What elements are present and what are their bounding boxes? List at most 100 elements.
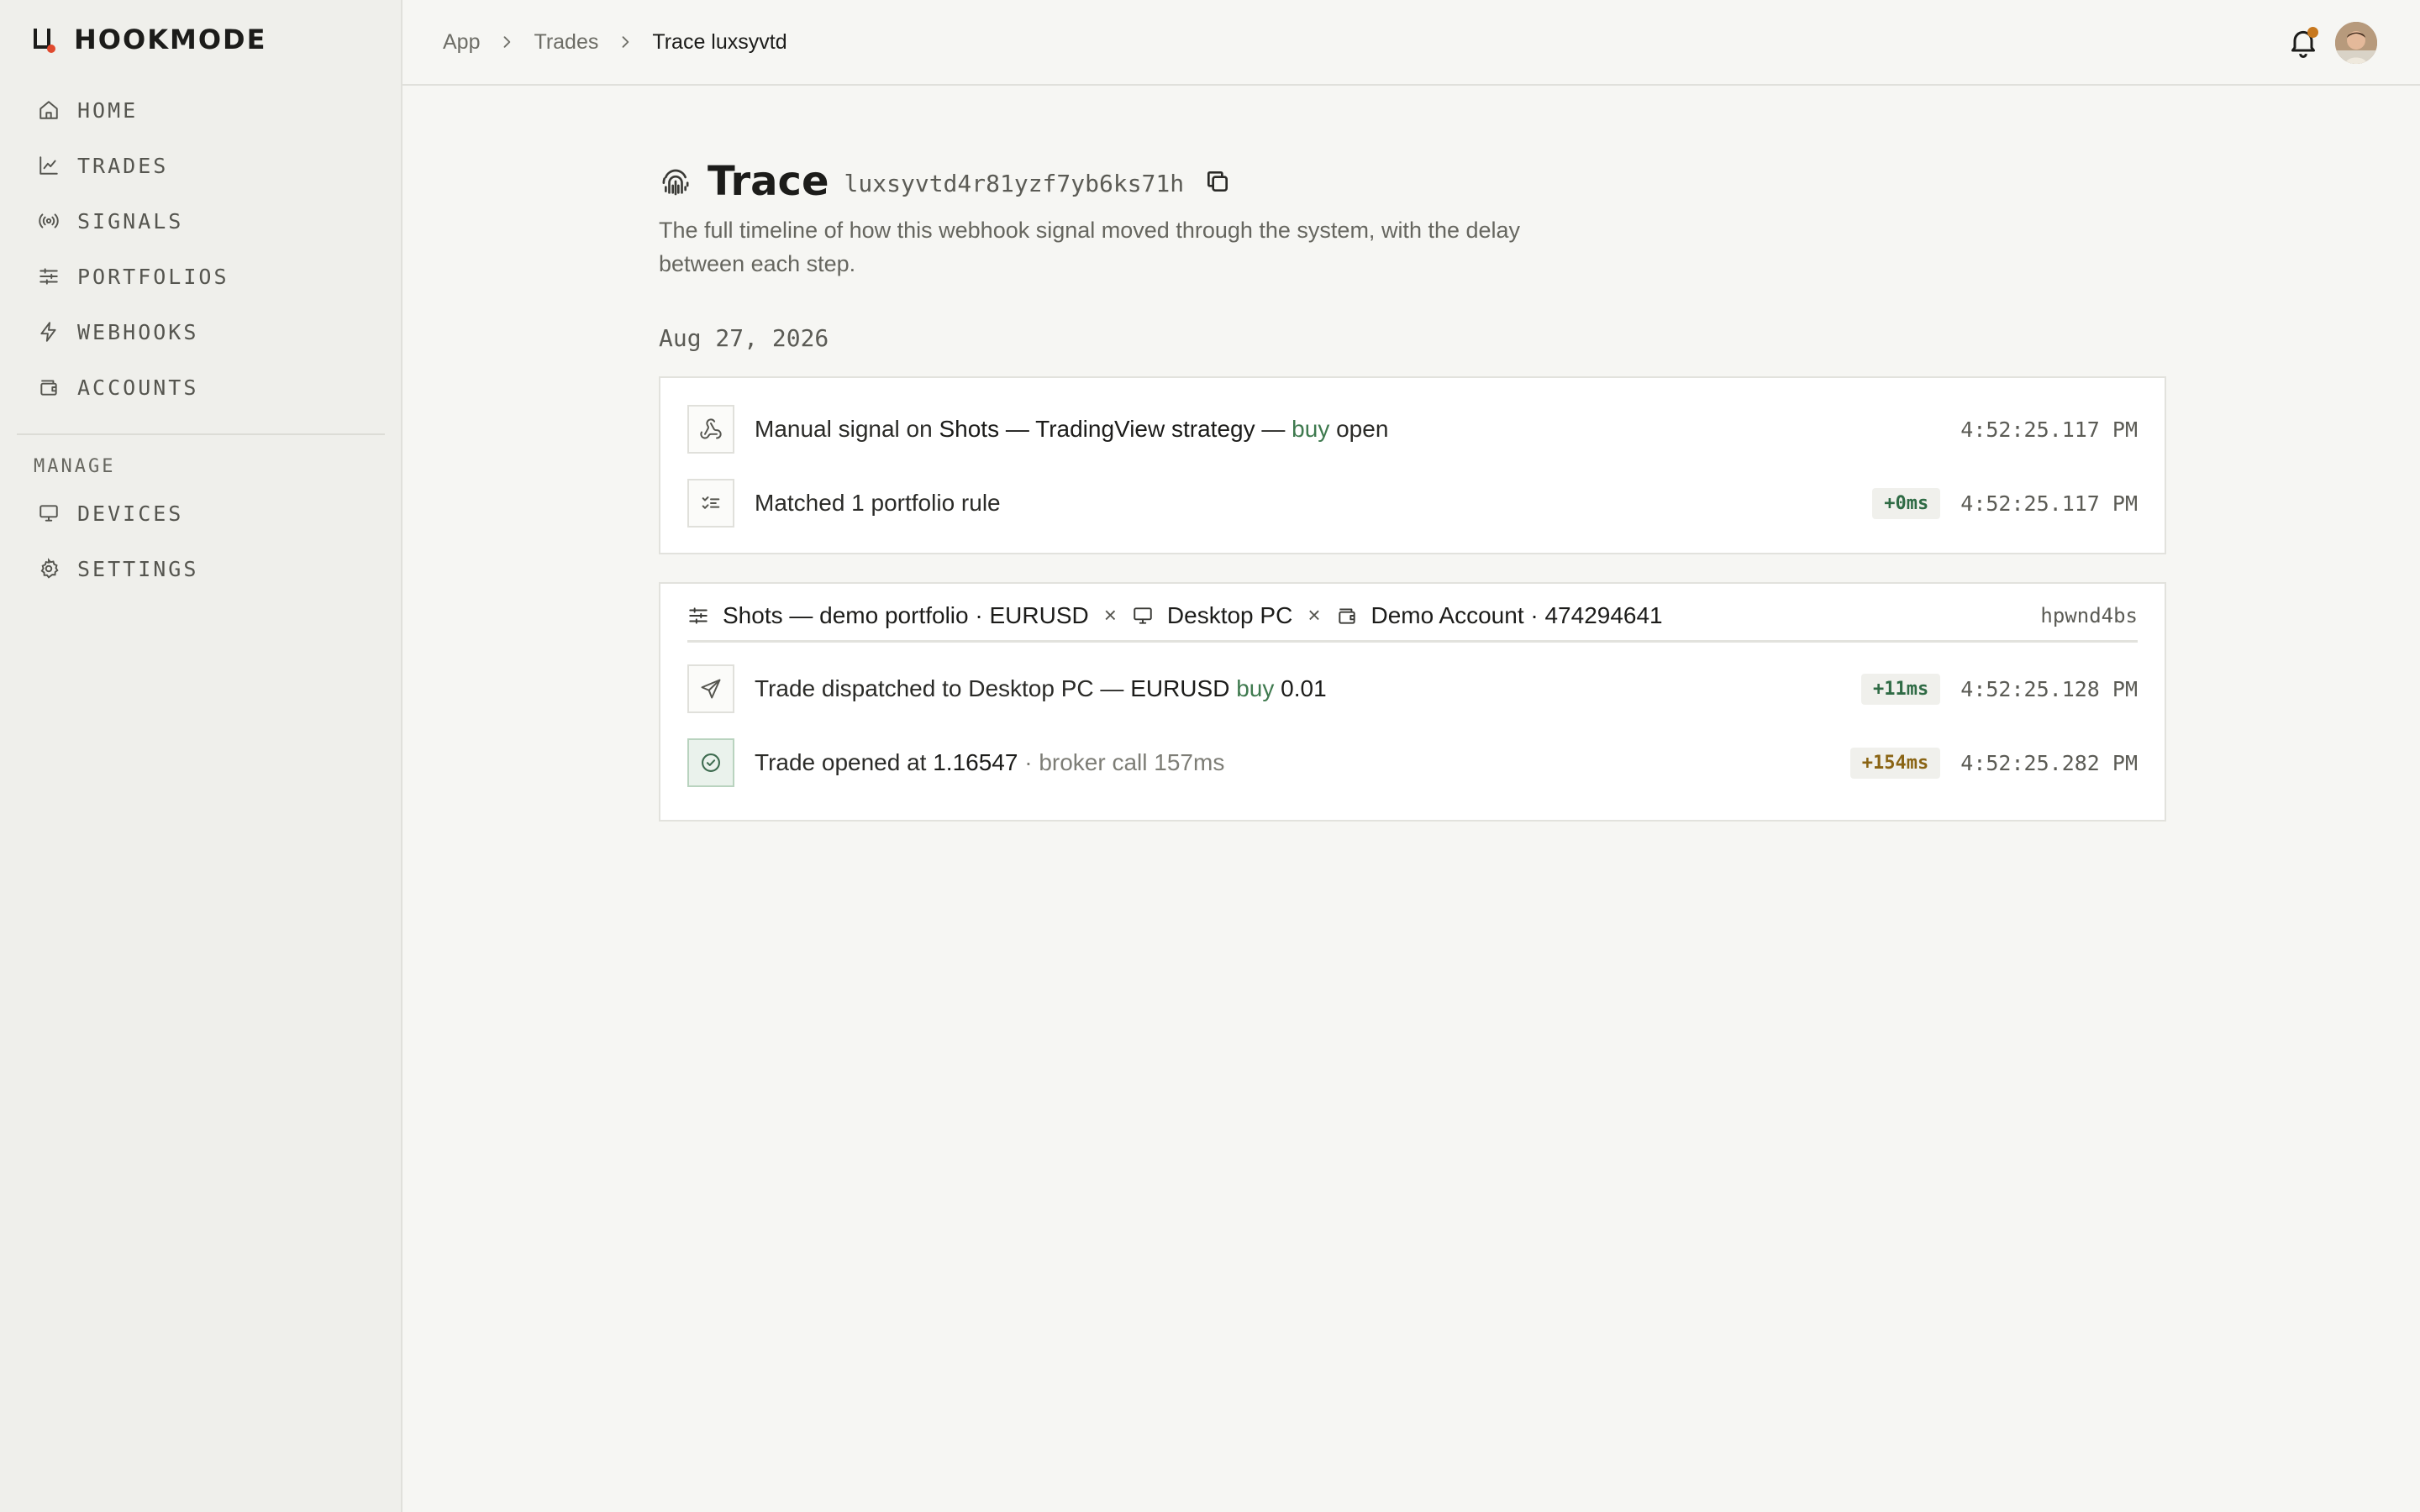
separator: × — [1103, 602, 1117, 627]
notification-dot — [2307, 27, 2318, 38]
notifications-button[interactable] — [2286, 25, 2320, 59]
broadcast-icon — [37, 209, 60, 233]
strategy-name[interactable]: Shots — TradingView strategy — [939, 416, 1255, 442]
trade-quantity: 0.01 — [1281, 675, 1327, 701]
top-header: App Trades Trace luxsyvtd — [402, 0, 2420, 86]
section-label-manage: MANAGE — [34, 456, 116, 477]
signal-action: open — [1329, 416, 1389, 442]
trade-symbol: EURUSD — [1130, 675, 1230, 701]
breadcrumb-trades[interactable]: Trades — [534, 30, 598, 55]
matched-count: 1 — [851, 490, 865, 516]
sliders-icon — [37, 265, 60, 288]
execution-card: Shots — demo portfolio · EURUSD × Deskto… — [659, 582, 2166, 822]
matched-suffix: portfolio rule — [864, 490, 1001, 516]
wallet-icon — [37, 375, 60, 399]
account-name: Demo Account · 474294641 — [1370, 601, 1663, 628]
sidebar-item-signals[interactable]: SIGNALS — [17, 193, 383, 249]
lightning-icon — [37, 320, 60, 344]
signal-card: Manual signal on Shots — TradingView str… — [659, 376, 2166, 554]
signal-text: Manual signal on Shots — TradingView str… — [755, 416, 1388, 443]
device-link[interactable]: Desktop PC — [1132, 602, 1292, 629]
row-meta: +11ms 4:52:25.128 PM — [1861, 673, 2138, 705]
brand-name: HOOKMODE — [74, 24, 267, 55]
checklist-icon — [687, 479, 734, 528]
chevron-right-icon — [498, 34, 515, 50]
title-row: Trace luxsyvtd4r81yzf7yb6ks71h — [659, 158, 1233, 205]
chevron-right-icon — [617, 34, 634, 50]
portfolio-link[interactable]: Shots — demo portfolio · EURUSD — [687, 602, 1089, 629]
breadcrumb-app[interactable]: App — [443, 30, 480, 55]
sidebar-item-label: WEBHOOKS — [77, 319, 199, 344]
event-time: 4:52:25.128 PM — [1960, 676, 2138, 701]
sidebar-item-label: DEVICES — [77, 501, 184, 526]
execution-group-header: Shots — demo portfolio · EURUSD × Deskto… — [687, 601, 2138, 643]
page-description: The full timeline of how this webhook si… — [659, 218, 1521, 276]
main-nav: HOME TRADES SIGNALS PORTFOLIOS WEBHOOKS — [17, 82, 383, 415]
fingerprint-icon — [659, 165, 692, 198]
sidebar-item-settings[interactable]: SETTINGS — [17, 541, 383, 596]
event-time: 4:52:25.117 PM — [1960, 491, 2138, 516]
delay-badge: +154ms — [1849, 747, 1941, 779]
dispatched-prefix: Trade dispatched to Desktop PC — — [755, 675, 1131, 701]
timeline-row-opened: Trade opened at 1.16547 · broker call 15… — [687, 738, 2138, 787]
home-icon — [37, 98, 60, 122]
dispatched-text: Trade dispatched to Desktop PC — EURUSD … — [755, 675, 1327, 702]
execution-id: hpwnd4bs — [2040, 603, 2138, 627]
check-circle-icon — [687, 738, 734, 787]
signal-prefix: Manual signal on — [755, 416, 939, 442]
sidebar-item-trades[interactable]: TRADES — [17, 138, 383, 193]
broker-call-duration: · broker call 157ms — [1018, 749, 1225, 775]
event-time: 4:52:25.117 PM — [1960, 417, 2138, 442]
signal-side: buy — [1292, 416, 1330, 442]
sidebar-item-label: TRADES — [77, 153, 169, 178]
sidebar-item-webhooks[interactable]: WEBHOOKS — [17, 304, 383, 360]
hookmode-logo-icon — [32, 27, 55, 53]
timeline-row-signal: Manual signal on Shots — TradingView str… — [687, 405, 2138, 454]
opened-text: Trade opened at 1.16547 · broker call 15… — [755, 749, 1224, 776]
sidebar-item-label: SETTINGS — [77, 556, 199, 581]
timeline-date: Aug 27, 2026 — [659, 324, 829, 352]
portfolio-name: Shots — demo portfolio · EURUSD — [723, 601, 1089, 628]
opened-prefix: Trade opened at — [755, 749, 934, 775]
timeline-row-dispatched: Trade dispatched to Desktop PC — EURUSD … — [687, 664, 2138, 713]
delay-badge: +0ms — [1872, 487, 1941, 519]
sidebar-item-label: PORTFOLIOS — [77, 264, 229, 289]
monitor-icon — [37, 501, 60, 525]
sidebar: HOOKMODE HOME TRADES SIGNALS PORTFOLIOS — [0, 0, 402, 1512]
line-chart-icon — [37, 154, 60, 177]
delay-badge: +11ms — [1861, 673, 1941, 705]
matched-prefix: Matched — [755, 490, 852, 516]
sidebar-item-accounts[interactable]: ACCOUNTS — [17, 360, 383, 415]
wallet-icon — [1336, 604, 1360, 627]
send-icon — [687, 664, 734, 713]
breadcrumb-current: Trace luxsyvtd — [652, 29, 787, 54]
sidebar-divider — [17, 433, 385, 435]
manage-nav: DEVICES SETTINGS — [17, 486, 383, 596]
user-avatar[interactable] — [2335, 22, 2377, 64]
sidebar-item-home[interactable]: HOME — [17, 82, 383, 138]
sidebar-item-label: HOME — [77, 97, 139, 123]
sidebar-item-portfolios[interactable]: PORTFOLIOS — [17, 249, 383, 304]
separator: × — [1307, 602, 1321, 627]
account-link[interactable]: Demo Account · 474294641 — [1336, 602, 1663, 629]
webhook-icon — [687, 405, 734, 454]
copy-trace-id-button[interactable] — [1202, 166, 1233, 197]
monitor-icon — [1132, 604, 1155, 627]
event-time: 4:52:25.282 PM — [1960, 750, 2138, 775]
row-meta: +154ms 4:52:25.282 PM — [1849, 747, 2138, 779]
timeline-row-matched: Matched 1 portfolio rule +0ms 4:52:25.11… — [687, 479, 2138, 528]
row-meta: +0ms 4:52:25.117 PM — [1872, 487, 2138, 519]
sidebar-item-label: SIGNALS — [77, 208, 184, 234]
sliders-icon — [687, 604, 711, 627]
sidebar-item-devices[interactable]: DEVICES — [17, 486, 383, 541]
copy-icon — [1207, 171, 1228, 192]
sidebar-item-label: ACCOUNTS — [77, 375, 199, 400]
device-name: Desktop PC — [1166, 601, 1293, 628]
signal-separator: — — [1255, 416, 1292, 442]
brand-logo[interactable]: HOOKMODE — [32, 24, 267, 55]
trade-side: buy — [1236, 675, 1275, 701]
open-price: 1.16547 — [933, 749, 1018, 775]
gear-icon — [37, 557, 60, 580]
trace-id: luxsyvtd4r81yzf7yb6ks71h — [844, 169, 1185, 197]
breadcrumb: App Trades Trace luxsyvtd — [443, 0, 787, 84]
